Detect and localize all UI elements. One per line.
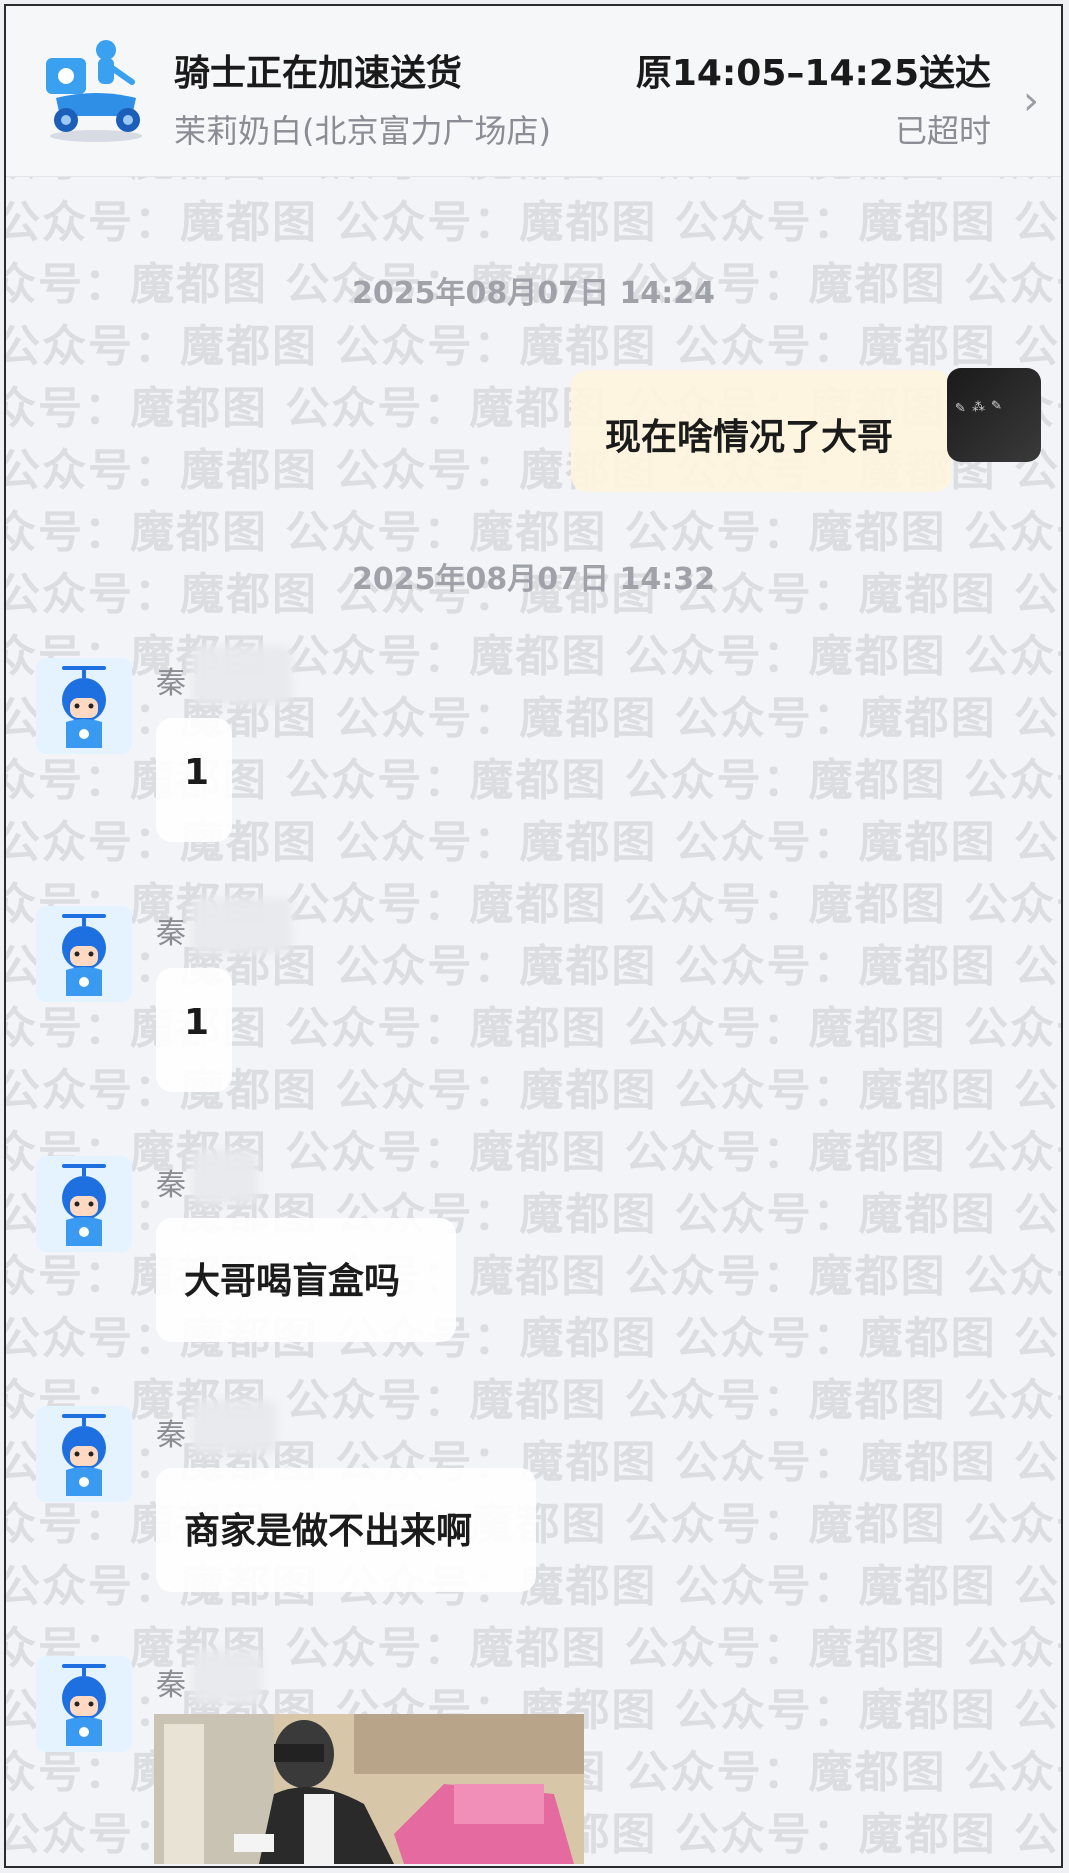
my-avatar[interactable]: ✎ ⁂ ✎ — [947, 368, 1041, 462]
redacted-name-blur — [192, 1150, 258, 1204]
courier-mascot-avatar-icon[interactable] — [36, 658, 132, 754]
message-timestamp: 2025年08月07日 14:24 — [352, 276, 715, 311]
sender-name: 秦 — [156, 916, 186, 951]
sender-name: 秦 — [156, 1418, 186, 1453]
incoming-message-text: 1 — [184, 752, 210, 793]
courier-mascot-avatar-icon[interactable] — [36, 906, 132, 1002]
courier-mascot-avatar-icon[interactable] — [36, 1156, 132, 1252]
overtime-status: 已超时 — [894, 112, 991, 150]
watermark-row: 公众号：魔都图 公众号：魔都图 公众号：魔都图 公众号：魔都图 — [4, 197, 1061, 248]
courier-mascot-avatar-icon[interactable] — [36, 1406, 132, 1502]
incoming-message-bubble[interactable]: 1 — [156, 718, 232, 842]
delivery-status-header[interactable]: 骑士正在加速送货 茉莉奶白(北京富力广场店) 原14:05–14:25送达 已超… — [6, 6, 1061, 177]
chat-screen: 公众号：魔都图 公众号：魔都图 公众号：魔都图 公众号：魔都图 公众号：魔都图 … — [4, 4, 1063, 1868]
my-message-text: 现在啥情况了大哥 — [605, 417, 894, 458]
redacted-name-blur — [192, 1650, 262, 1704]
incoming-message-text: 商家是做不出来啊 — [184, 1511, 473, 1552]
delivery-status-title: 骑士正在加速送货 — [174, 53, 463, 94]
eta-time: 原14:05–14:25送达 — [635, 53, 991, 94]
store-photo-message[interactable] — [154, 1714, 584, 1864]
avatar-calligraphy: ✎ ⁂ ✎ — [954, 398, 1004, 417]
watermark-row: 公众号：魔都图 公众号：魔都图 公众号：魔都图 公众号：魔都图 — [4, 321, 1061, 372]
incoming-message-bubble[interactable]: 商家是做不出来啊 — [156, 1468, 536, 1592]
incoming-message-text: 1 — [184, 1002, 210, 1043]
incoming-message-text: 大哥喝盲盒吗 — [184, 1261, 401, 1302]
redacted-name-blur — [192, 646, 292, 704]
sender-name: 秦 — [156, 1668, 186, 1703]
redacted-name-blur — [192, 898, 292, 954]
sender-name: 秦 — [156, 1168, 186, 1203]
store-name: 茉莉奶白(北京富力广场店) — [174, 112, 551, 150]
redacted-name-blur — [192, 1400, 276, 1454]
courier-mascot-avatar-icon[interactable] — [36, 1656, 132, 1752]
my-message-bubble[interactable]: 现在啥情况了大哥 — [571, 370, 951, 492]
incoming-message-bubble[interactable]: 大哥喝盲盒吗 — [156, 1218, 456, 1342]
sender-name: 秦 — [156, 666, 186, 701]
incoming-message-bubble[interactable]: 1 — [156, 968, 232, 1092]
message-timestamp: 2025年08月07日 14:32 — [352, 562, 715, 597]
chevron-right-icon[interactable]: › — [1023, 78, 1039, 124]
rider-scooter-icon — [46, 40, 142, 142]
